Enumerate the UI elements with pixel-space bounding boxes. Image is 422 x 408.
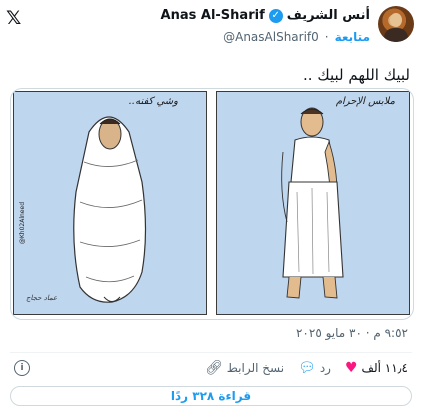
reply-label: رد <box>319 360 331 375</box>
tweet-timestamp[interactable]: ٩:٥٢ م · ٣٠ مايو ٢٠٢٥ <box>296 326 408 340</box>
link-icon: 🔗︎ <box>204 359 223 376</box>
action-bar: ♥ ١١٫٤ ألف 💬︎ رد 🔗︎ نسخ الرابط i <box>10 352 412 382</box>
copy-link-button[interactable]: 🔗︎ نسخ الرابط <box>205 360 284 376</box>
display-name-ar[interactable]: أنس الشريف <box>287 8 370 23</box>
like-button[interactable]: ♥ ١١٫٤ ألف <box>345 360 408 376</box>
avatar-face <box>390 13 402 27</box>
info-icon[interactable]: i <box>14 359 30 376</box>
reply-bubble-icon: 💬︎ <box>298 359 316 376</box>
cartoonist-signature: عماد حجاج <box>26 294 58 302</box>
ihram-figure-illustration <box>281 107 344 299</box>
follow-button[interactable]: متابعة <box>335 30 370 44</box>
shrouded-figure-illustration <box>73 116 147 303</box>
x-logo-icon[interactable]: 𝕏 <box>6 8 26 28</box>
verified-badge-icon: ✓ <box>268 8 283 23</box>
handle[interactable]: @AnasAlSharif0 <box>223 30 319 44</box>
avatar-shirt <box>384 28 408 42</box>
tweet-text: لبيك اللهم لبيك .. <box>303 66 410 84</box>
heart-icon: ♥ <box>344 359 358 376</box>
tweet-media[interactable]: وشي كفنه.. @Kh02Alneed عماد حجاج ملابس ا… <box>10 88 414 320</box>
author-name-row[interactable]: Anas Al-Sharif ✓ أنس الشريف <box>161 8 370 23</box>
read-replies-button[interactable]: قراءة ٣٢٨ ردًا <box>10 386 412 406</box>
cartoon-panel-left: وشي كفنه.. @Kh02Alneed عماد حجاج <box>13 91 207 315</box>
copy-link-label: نسخ الرابط <box>226 360 285 375</box>
display-name-en[interactable]: Anas Al-Sharif <box>161 8 265 23</box>
handle-row: @AnasAlSharif0 · متابعة <box>223 30 370 44</box>
cartoon-panel-right: ملابس الإحرام <box>216 91 410 315</box>
like-count: ١١٫٤ ألف <box>361 360 408 375</box>
avatar[interactable] <box>378 6 414 42</box>
reply-button[interactable]: 💬︎ رد <box>298 360 331 376</box>
separator-dot: · <box>324 30 329 44</box>
